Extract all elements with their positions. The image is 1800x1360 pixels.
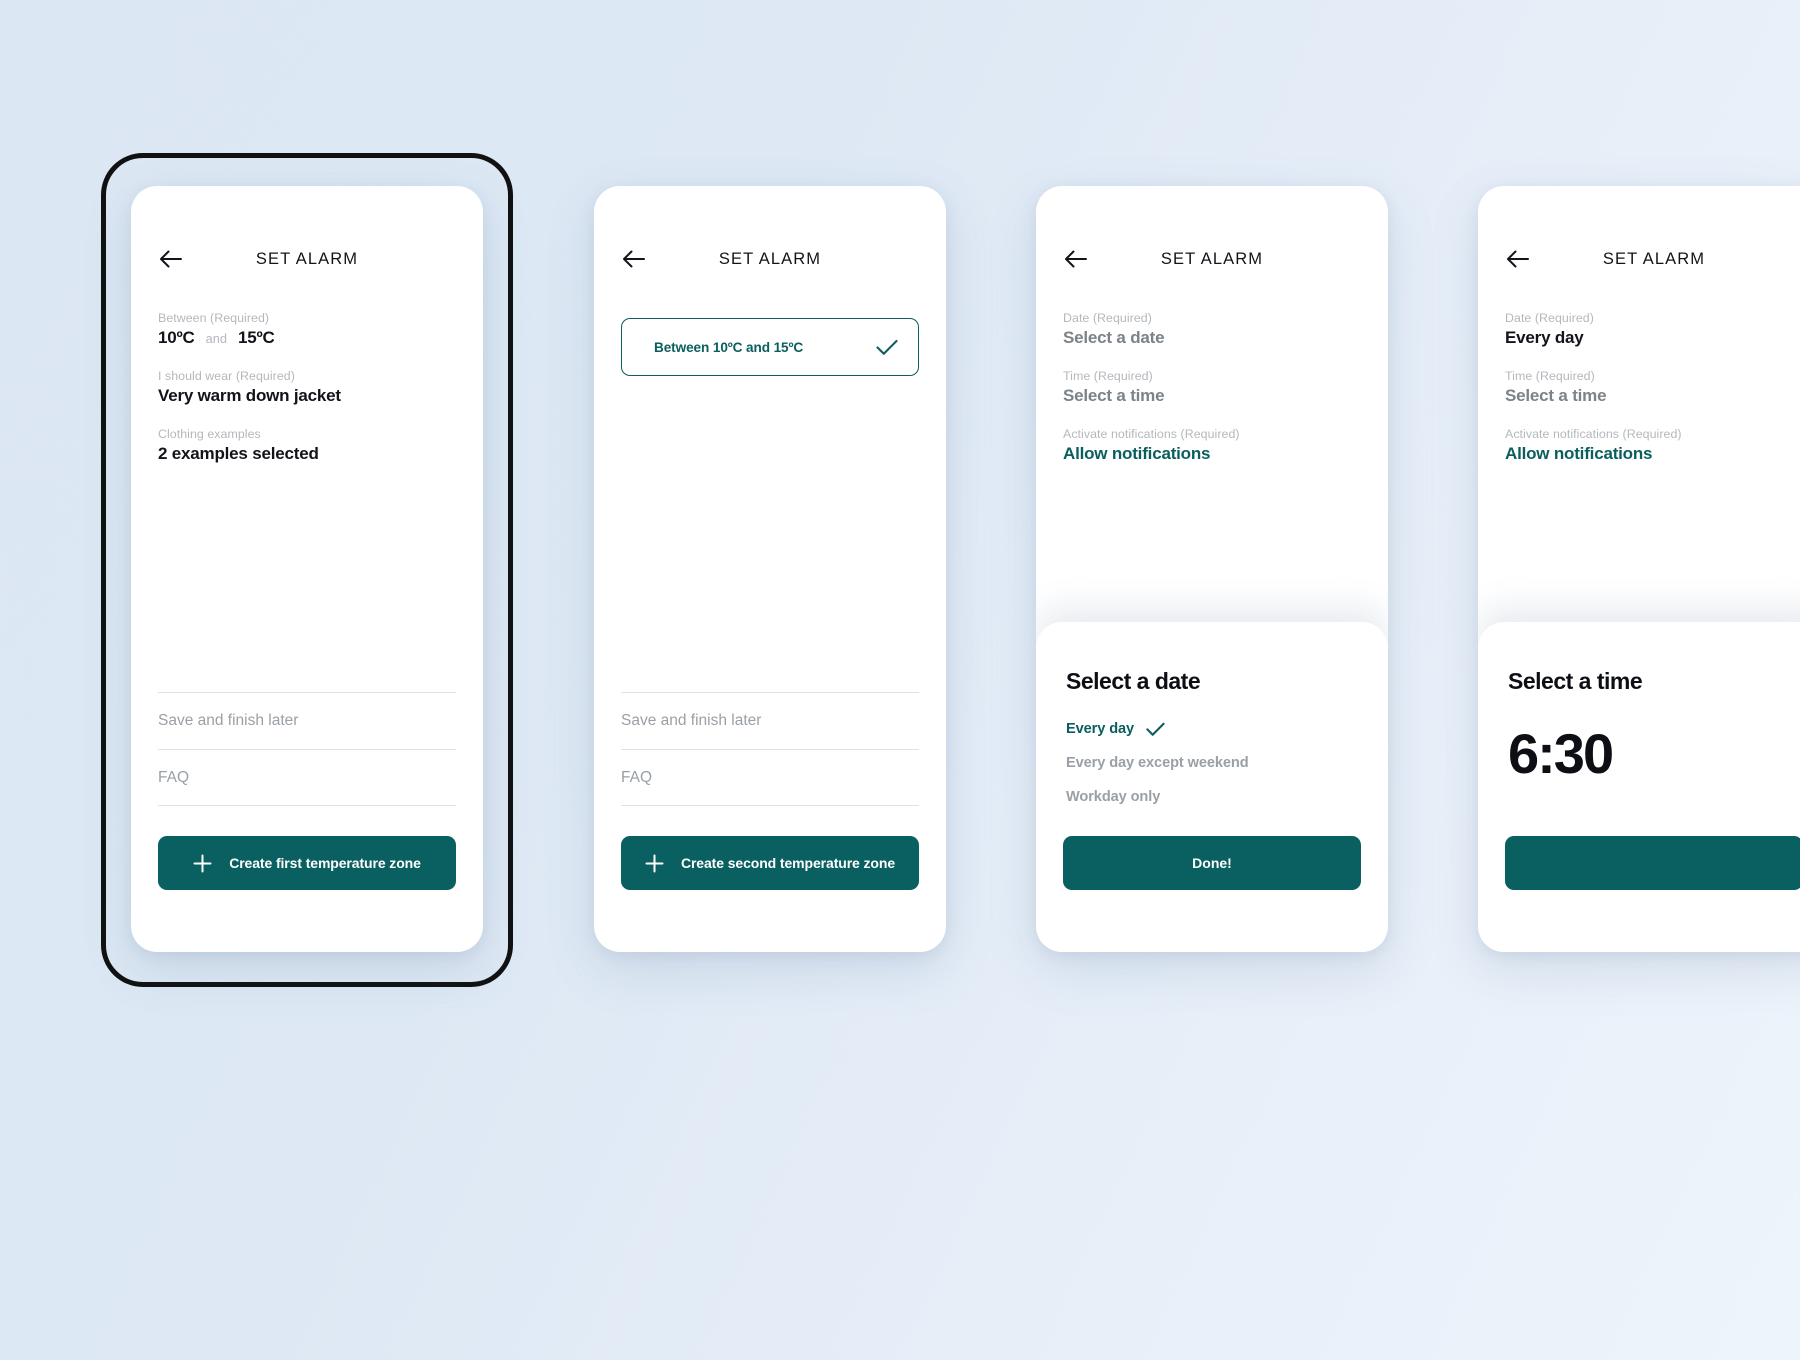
link-faq[interactable]: FAQ <box>621 749 919 806</box>
field-value: Allow notifications <box>1505 444 1653 463</box>
back-button[interactable] <box>1504 245 1532 273</box>
arrow-left-icon <box>1064 249 1088 269</box>
field-activate-notifications[interactable]: Activate notifications (Required) Allow … <box>1063 427 1361 464</box>
field-label: Activate notifications (Required) <box>1063 427 1240 441</box>
field-list: Between (Required) 10ºC and 15ºC I shoul… <box>158 311 456 464</box>
field-label: Activate notifications (Required) <box>1505 427 1682 441</box>
option-label: Workday only <box>1066 789 1161 805</box>
button-label: Done! <box>1192 855 1232 871</box>
link-faq[interactable]: FAQ <box>158 749 456 806</box>
arrow-left-icon <box>159 249 183 269</box>
top-bar: SET ALARM <box>1478 244 1800 274</box>
field-value: Every day <box>1505 328 1584 347</box>
field-value: 2 examples selected <box>158 444 319 463</box>
select-date-bottom-sheet: Select a date Every day Every day except… <box>1036 622 1388 952</box>
plus-icon <box>645 854 664 873</box>
sheet-title: Select a date <box>1066 668 1201 694</box>
field-time[interactable]: Time (Required) Select a time <box>1063 369 1361 406</box>
secondary-links: Save and finish later FAQ <box>158 692 456 806</box>
chip-label: Between 10ºC and 15ºC <box>654 339 804 355</box>
field-between[interactable]: Between (Required) 10ºC and 15ºC <box>158 311 456 348</box>
field-value: Select a date <box>1063 328 1165 347</box>
field-activate-notifications[interactable]: Activate notifications (Required) Allow … <box>1505 427 1800 464</box>
option-label: Every day <box>1066 721 1135 737</box>
screen-set-alarm-zone-created: SET ALARM Between 10ºC and 15ºC Save and… <box>594 186 946 952</box>
field-clothing-examples[interactable]: Clothing examples 2 examples selected <box>158 427 456 464</box>
arrow-left-icon <box>1506 249 1530 269</box>
top-bar: SET ALARM <box>1036 244 1388 274</box>
screen-set-alarm-zones: SET ALARM Between (Required) 10ºC and 15… <box>131 186 483 952</box>
sheet-title: Select a time <box>1508 668 1643 694</box>
range-conjunction: and <box>205 331 227 346</box>
field-label: Time (Required) <box>1063 369 1153 383</box>
back-button[interactable] <box>620 245 648 273</box>
field-label: Time (Required) <box>1505 369 1595 383</box>
check-icon <box>876 339 898 356</box>
secondary-links: Save and finish later FAQ <box>621 692 919 806</box>
field-i-should-wear[interactable]: I should wear (Required) Very warm down … <box>158 369 456 406</box>
button-label: Create first temperature zone <box>229 855 421 871</box>
field-list: Date (Required) Every day Time (Required… <box>1505 311 1800 464</box>
done-button[interactable] <box>1505 836 1800 890</box>
option-every-day-except-weekend[interactable]: Every day except weekend <box>1066 755 1358 771</box>
option-workday-only[interactable]: Workday only <box>1066 789 1358 805</box>
field-date[interactable]: Date (Required) Every day <box>1505 311 1800 348</box>
back-button[interactable] <box>1062 245 1090 273</box>
check-icon <box>1146 722 1165 737</box>
create-first-temperature-zone-button[interactable]: Create first temperature zone <box>158 836 456 890</box>
create-second-temperature-zone-button[interactable]: Create second temperature zone <box>621 836 919 890</box>
button-label: Create second temperature zone <box>680 855 896 871</box>
field-label: Clothing examples <box>158 427 261 441</box>
top-bar: SET ALARM <box>131 244 483 274</box>
field-value: Select a time <box>1063 386 1165 405</box>
field-time[interactable]: Time (Required) Select a time <box>1505 369 1800 406</box>
screens-stage: SET ALARM Between (Required) 10ºC and 15… <box>0 0 1800 1360</box>
field-list: Date (Required) Select a date Time (Requ… <box>1063 311 1361 464</box>
top-bar: SET ALARM <box>594 244 946 274</box>
range-to-value: 15ºC <box>237 328 275 347</box>
range-from-value: 10ºC <box>158 328 195 347</box>
temperature-zone-chip[interactable]: Between 10ºC and 15ºC <box>621 318 919 376</box>
field-label: I should wear (Required) <box>158 369 295 383</box>
field-label: Between (Required) <box>158 311 270 325</box>
link-save-and-finish-later[interactable]: Save and finish later <box>158 692 456 749</box>
link-save-and-finish-later[interactable]: Save and finish later <box>621 692 919 749</box>
done-button[interactable]: Done! <box>1063 836 1361 890</box>
screen-set-alarm-select-time: SET ALARM Date (Required) Every day Time… <box>1478 186 1800 952</box>
field-date[interactable]: Date (Required) Select a date <box>1063 311 1361 348</box>
arrow-left-icon <box>622 249 646 269</box>
select-time-bottom-sheet: Select a time 6:30 <box>1478 622 1800 952</box>
field-value: Very warm down jacket <box>158 386 341 405</box>
field-value: Select a time <box>1505 386 1607 405</box>
field-value: Allow notifications <box>1063 444 1211 463</box>
field-label: Date (Required) <box>1505 311 1594 325</box>
screen-set-alarm-select-date: SET ALARM Date (Required) Select a date … <box>1036 186 1388 952</box>
option-every-day[interactable]: Every day <box>1066 721 1358 737</box>
temperature-range: 10ºC and 15ºC <box>158 328 456 348</box>
field-label: Date (Required) <box>1063 311 1152 325</box>
time-value: 6:30 <box>1508 722 1614 785</box>
option-label: Every day except weekend <box>1066 755 1249 771</box>
back-button[interactable] <box>157 245 185 273</box>
plus-icon <box>193 854 212 873</box>
